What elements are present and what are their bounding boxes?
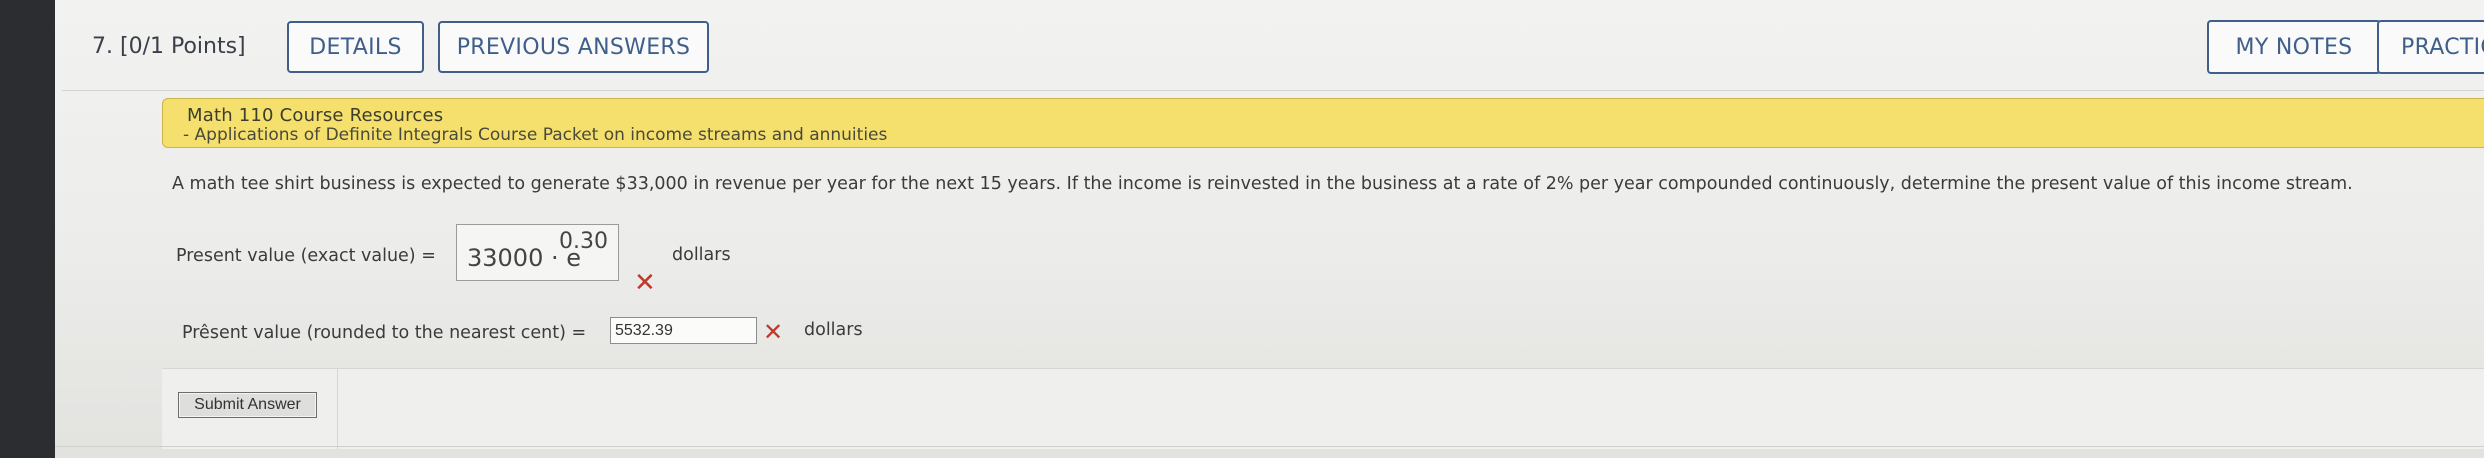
x-icon: ✕ (763, 318, 784, 346)
header-divider (62, 90, 2484, 91)
details-button[interactable]: DETAILS (287, 21, 424, 73)
resources-title: Math 110 Course Resources (187, 105, 444, 126)
rounded-value-unit: dollars (804, 320, 863, 340)
exact-value-unit: dollars (672, 245, 731, 265)
problem-statement: A math tee shirt business is expected to… (172, 174, 2353, 194)
previous-answers-button[interactable]: PREVIOUS ANSWERS (438, 21, 709, 73)
exact-value-exponent: 0.30 (559, 229, 608, 254)
rounded-value-input[interactable] (610, 317, 757, 344)
exact-value-label: Present value (exact value) = (176, 246, 436, 266)
submit-area-divider (337, 369, 338, 449)
x-icon: ✕ (634, 268, 656, 298)
question-header: 7. [0/1 Points] (92, 34, 246, 59)
my-notes-button[interactable]: MY NOTES (2207, 20, 2381, 74)
practice-button[interactable]: PRACTIC (2377, 20, 2484, 74)
resources-link[interactable]: - Applications of Definite Integrals Cou… (183, 125, 887, 145)
bottom-divider (55, 446, 2484, 447)
submit-area (162, 368, 2484, 449)
submit-answer-button[interactable]: Submit Answer (178, 392, 317, 418)
course-resources-banner: Math 110 Course Resources - Applications… (162, 98, 2484, 148)
rounded-value-label: Prêsent value (rounded to the nearest ce… (182, 323, 587, 343)
left-dark-edge (0, 0, 55, 458)
exact-value-answer-box[interactable]: 33000 · e 0.30 (456, 224, 619, 281)
